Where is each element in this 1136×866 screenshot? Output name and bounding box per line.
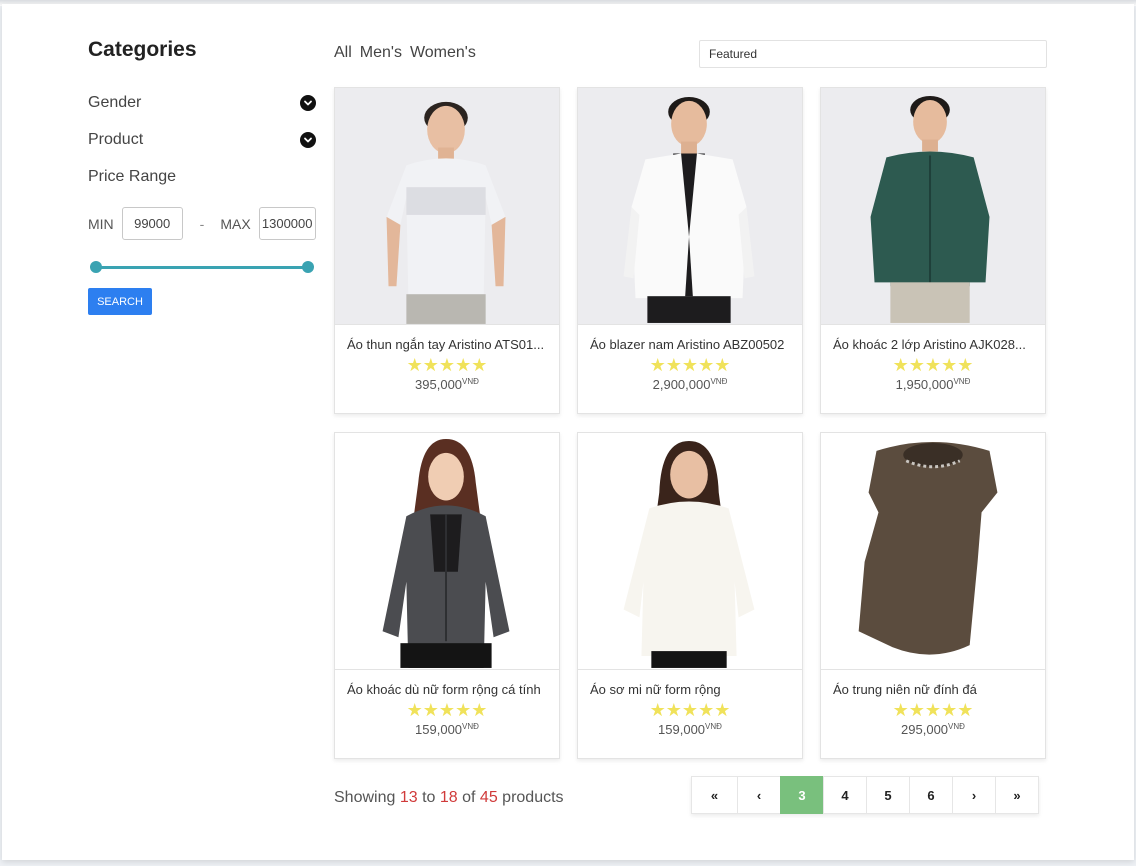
- product-price: 159,000VNĐ: [335, 722, 559, 737]
- price-value: 1,950,000: [895, 377, 954, 392]
- product-card[interactable]: Áo khoác dù nữ form rộng cá tính ★★★★★ 1…: [334, 432, 560, 759]
- product-price: 1,950,000VNĐ: [821, 377, 1045, 392]
- showing-suffix: products: [502, 789, 564, 806]
- prev-page-button[interactable]: ‹: [737, 776, 781, 814]
- product-name[interactable]: Áo thun ngắn tay Aristino ATS01...: [347, 337, 547, 352]
- showing-total: 45: [479, 789, 498, 806]
- rating-stars: ★★★★★: [892, 700, 974, 720]
- currency: VNĐ: [948, 722, 965, 731]
- product-price: 295,000VNĐ: [821, 722, 1045, 737]
- search-button[interactable]: SEARCH: [88, 288, 152, 315]
- category-tabs: All Men's Women's: [334, 44, 476, 62]
- tab-all[interactable]: All: [334, 44, 352, 62]
- sort-select[interactable]: Featured: [699, 40, 1047, 68]
- rating-stars: ★★★★★: [406, 700, 488, 720]
- product-card[interactable]: Áo khoác 2 lớp Aristino AJK028... ★★★★★ …: [820, 87, 1046, 414]
- product-name[interactable]: Áo trung niên nữ đính đá: [833, 682, 1033, 697]
- rating-stars: ★★★★★: [892, 355, 974, 375]
- page-3-button[interactable]: 3: [780, 776, 824, 814]
- rating-stars: ★★★★★: [649, 700, 731, 720]
- sidebar: Categories Gender Product Price Range MI…: [88, 38, 320, 315]
- product-card[interactable]: Áo blazer nam Aristino ABZ00502 ★★★★★ 2,…: [577, 87, 803, 414]
- page-4-button[interactable]: 4: [823, 776, 867, 814]
- page-6-button[interactable]: 6: [909, 776, 953, 814]
- product-name[interactable]: Áo blazer nam Aristino ABZ00502: [590, 337, 790, 352]
- next-page-button[interactable]: ›: [952, 776, 996, 814]
- categories-title: Categories: [88, 38, 197, 61]
- product-image: [335, 88, 559, 325]
- price-slider[interactable]: [90, 260, 314, 274]
- page-5-button[interactable]: 5: [866, 776, 910, 814]
- product-card[interactable]: Áo sơ mi nữ form rộng ★★★★★ 159,000VNĐ: [577, 432, 803, 759]
- product-image: [578, 88, 802, 325]
- showing-to: 18: [439, 789, 458, 806]
- product-price: 395,000VNĐ: [335, 377, 559, 392]
- price-range-label: Price Range: [88, 158, 320, 195]
- chevron-down-circle-icon[interactable]: [300, 131, 316, 148]
- showing-to-word: to: [422, 789, 436, 806]
- filter-product-label: Product: [88, 130, 144, 148]
- chevron-down-circle-icon[interactable]: [300, 94, 316, 111]
- price-inputs: MIN - MAX: [88, 207, 320, 240]
- product-grid: Áo thun ngắn tay Aristino ATS01... ★★★★★…: [334, 87, 1048, 759]
- product-card[interactable]: Áo thun ngắn tay Aristino ATS01... ★★★★★…: [334, 87, 560, 414]
- first-page-button[interactable]: «: [691, 776, 738, 814]
- price-range-text: Price Range: [88, 167, 177, 185]
- rating-stars: ★★★★★: [649, 355, 731, 375]
- product-card[interactable]: Áo trung niên nữ đính đá ★★★★★ 295,000VN…: [820, 432, 1046, 759]
- min-price-input[interactable]: [121, 207, 183, 240]
- product-image: [821, 88, 1045, 325]
- product-name[interactable]: Áo khoác 2 lớp Aristino AJK028...: [833, 337, 1033, 352]
- filter-gender-label: Gender: [88, 93, 142, 111]
- max-label: MAX: [220, 215, 251, 232]
- product-price: 2,900,000VNĐ: [578, 377, 802, 392]
- filter-product[interactable]: Product: [88, 121, 320, 158]
- product-price: 159,000VNĐ: [578, 722, 802, 737]
- price-value: 395,000: [415, 377, 463, 392]
- price-value: 2,900,000: [652, 377, 711, 392]
- results-count: Showing 13 to 18 of 45 products: [334, 789, 564, 807]
- rating-stars: ★★★★★: [406, 355, 488, 375]
- price-value: 295,000: [901, 722, 949, 737]
- range-dash: -: [199, 215, 205, 232]
- showing-from: 13: [399, 789, 418, 806]
- last-page-button[interactable]: »: [995, 776, 1039, 814]
- currency: VNĐ: [462, 377, 479, 386]
- slider-track: [96, 266, 308, 269]
- currency: VNĐ: [953, 377, 971, 386]
- currency: VNĐ: [705, 722, 722, 731]
- slider-max-handle[interactable]: [302, 261, 314, 273]
- currency: VNĐ: [462, 722, 479, 731]
- tab-mens[interactable]: Men's: [360, 44, 402, 62]
- tab-womens[interactable]: Women's: [410, 44, 476, 62]
- product-image: [821, 433, 1045, 670]
- product-name[interactable]: Áo khoác dù nữ form rộng cá tính: [347, 682, 547, 697]
- price-value: 159,000: [658, 722, 706, 737]
- max-price-input[interactable]: [258, 207, 316, 240]
- showing-prefix: Showing: [334, 789, 396, 806]
- price-value: 159,000: [415, 722, 463, 737]
- slider-min-handle[interactable]: [90, 261, 102, 273]
- product-image: [578, 433, 802, 670]
- min-label: MIN: [88, 215, 114, 232]
- showing-of-word: of: [462, 789, 476, 806]
- pagination: « ‹ 3 4 5 6 › »: [691, 776, 1039, 814]
- product-image: [335, 433, 559, 670]
- product-name[interactable]: Áo sơ mi nữ form rộng: [590, 682, 790, 697]
- filter-gender[interactable]: Gender: [88, 84, 320, 121]
- currency: VNĐ: [710, 377, 728, 386]
